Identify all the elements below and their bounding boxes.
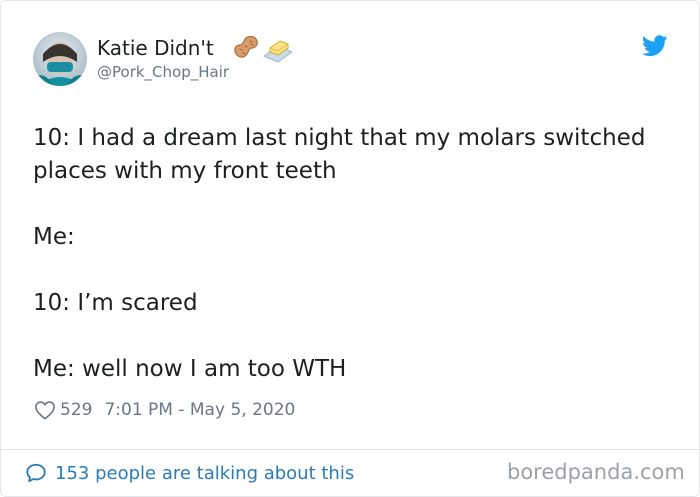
- tweet-line: 10: I had a dream last night that my mol…: [33, 125, 646, 184]
- tweet-line: Me: well now I am too WTH: [33, 356, 347, 382]
- tweet-meta: 529 7:01 PM - May 5, 2020: [34, 397, 295, 423]
- peanut-emoji-icon: [231, 33, 261, 61]
- tweet-card: Katie Didn't @Pork_Chop_Hair 10: I had a…: [0, 0, 700, 497]
- butter-emoji-icon: [262, 34, 294, 64]
- tweet-text: 10: I had a dream last night that my mol…: [33, 122, 673, 386]
- conversation-link[interactable]: 153 people are talking about this: [25, 459, 354, 487]
- user-handle[interactable]: @Pork_Chop_Hair: [97, 63, 229, 81]
- twitter-bird-icon[interactable]: [641, 34, 668, 58]
- tweet-line: Me:: [33, 224, 75, 250]
- display-name[interactable]: Katie Didn't: [97, 36, 214, 60]
- tweet-line: 10: I’m scared: [33, 290, 198, 316]
- conversation-text: 153 people are talking about this: [55, 462, 355, 484]
- avatar[interactable]: [33, 32, 87, 86]
- tweet-timestamp[interactable]: 7:01 PM - May 5, 2020: [104, 400, 295, 420]
- like-count[interactable]: 529: [60, 400, 92, 420]
- speech-bubble-icon: [25, 462, 47, 484]
- boredpanda-watermark: boredpanda.com: [507, 460, 685, 484]
- heart-icon[interactable]: [34, 400, 56, 420]
- divider: [1, 449, 699, 450]
- tweet-header: Katie Didn't @Pork_Chop_Hair: [1, 1, 699, 101]
